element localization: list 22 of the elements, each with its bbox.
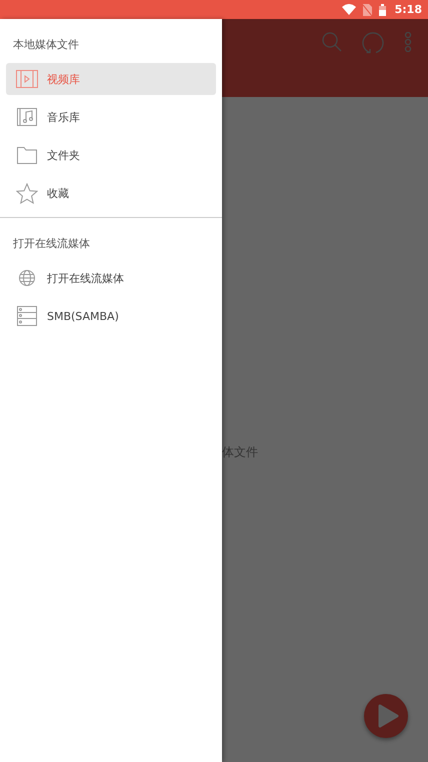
no-sim-icon — [362, 4, 372, 16]
drawer-item[interactable]: 收藏 — [6, 177, 216, 209]
film-icon — [16, 70, 38, 88]
drawer-item[interactable]: 文件夹 — [6, 139, 216, 171]
section-header: 打开在线流媒体 — [12, 236, 91, 252]
server-icon — [16, 306, 38, 326]
play-button[interactable] — [364, 694, 408, 738]
drawer-item[interactable]: SMB(SAMBA) — [6, 300, 216, 332]
drawer-item[interactable]: 打开在线流媒体 — [6, 262, 216, 294]
more-icon[interactable] — [404, 32, 412, 52]
status-time: 5:18 — [394, 3, 422, 16]
refresh-icon[interactable] — [362, 32, 384, 54]
music-note-icon — [16, 108, 38, 126]
folder-icon — [16, 146, 38, 164]
wifi-icon — [342, 4, 356, 15]
star-icon — [16, 182, 38, 204]
drawer-item[interactable]: 音乐库 — [6, 101, 216, 133]
section-header: 本地媒体文件 — [12, 37, 80, 53]
play-icon — [377, 704, 399, 728]
globe-icon — [16, 270, 38, 286]
battery-icon — [378, 4, 386, 16]
search-icon[interactable] — [322, 32, 342, 52]
